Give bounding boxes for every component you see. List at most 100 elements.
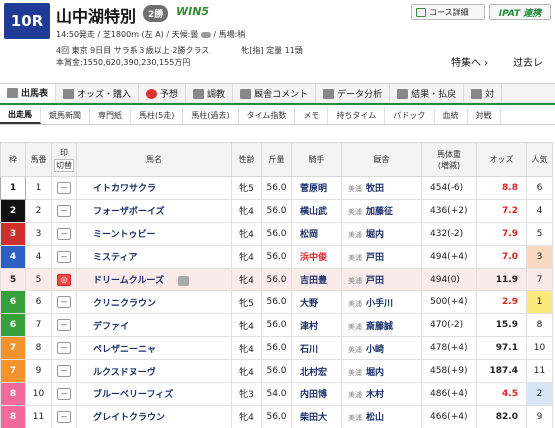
mark-cell[interactable]: -- — [51, 336, 77, 361]
jockey-link[interactable]: 石川 — [291, 336, 342, 361]
horse-name-link[interactable]: ミスティア — [93, 253, 137, 263]
trainer-link[interactable]: 小崎 — [366, 345, 384, 355]
col-sex[interactable]: 性齢 — [231, 142, 262, 177]
feature-link[interactable]: 特集へ › — [451, 54, 488, 69]
trainer-link[interactable]: 牧田 — [366, 184, 384, 194]
col-odds[interactable]: オッズ — [476, 142, 527, 177]
mark-cell[interactable]: -- — [51, 198, 77, 223]
jockey-link[interactable]: 松岡 — [291, 221, 342, 246]
mark-select[interactable]: -- — [57, 181, 71, 194]
subtab-mochi-time[interactable]: 持ちタイム — [328, 107, 386, 124]
jockey-link[interactable]: 大野 — [291, 290, 342, 315]
trainer-link[interactable]: 加藤征 — [366, 207, 393, 217]
subtab-shussoba[interactable]: 出走馬 — [0, 107, 41, 124]
past-race-link[interactable]: 过去レ — [513, 54, 543, 69]
horse-name-link[interactable]: クリニクラウン — [93, 299, 156, 309]
jockey-link[interactable]: 吉田豊 — [291, 267, 342, 292]
col-name[interactable]: 馬名 — [76, 142, 232, 177]
odds-value[interactable]: 187.4 — [476, 359, 527, 384]
mark-cell[interactable]: -- — [51, 359, 77, 384]
horse-name-cell[interactable]: ドリームクルーズ — [76, 267, 232, 292]
mark-select[interactable]: -- — [57, 387, 71, 400]
mark-cell[interactable]: -- — [51, 290, 77, 315]
mark-cell[interactable]: -- — [51, 176, 77, 200]
col-jockey[interactable]: 騎手 — [291, 142, 342, 177]
horse-name-cell[interactable]: グレイトクラウン — [76, 404, 232, 428]
tab-more[interactable]: 対 — [464, 84, 503, 103]
course-detail-button[interactable]: コース詳細 — [411, 4, 485, 20]
trainer-link[interactable]: 堀内 — [366, 230, 384, 240]
jockey-link[interactable]: 北村宏 — [291, 359, 342, 384]
odds-value[interactable]: 2.9 — [476, 290, 527, 315]
table-row[interactable]: 4 4 -- ミスティア 牝4 56.0 浜中俊 美浦 戸田 494(+4) 7.0 3 — [0, 244, 553, 269]
subtab-taisen[interactable]: 対戦 — [468, 107, 501, 124]
odds-value[interactable]: 15.9 — [476, 313, 527, 338]
trainer-link[interactable]: 戸田 — [366, 276, 384, 286]
jockey-link[interactable]: 浜中俊 — [291, 244, 342, 269]
table-row[interactable]: 5 5 ◎ ドリームクルーズ 牝4 56.0 吉田豊 美浦 戸田 494(0) 11.9 7 — [0, 267, 553, 292]
mark-cell[interactable]: -- — [51, 244, 77, 269]
horse-name-link[interactable]: ルクスドヌーヴ — [93, 368, 156, 378]
table-row[interactable]: 7 9 -- ルクスドヌーヴ 牝4 56.0 北村宏 美浦 堀内 458(+9) 187.4 11 — [0, 359, 553, 384]
horse-name-link[interactable]: イトカワサクラ — [93, 184, 156, 194]
col-stable[interactable]: 厩舎 — [341, 142, 422, 177]
jockey-link[interactable]: 横山武 — [291, 198, 342, 223]
subtab-shinbun[interactable]: 競馬新聞 — [41, 107, 90, 124]
tab-data[interactable]: データ分析 — [316, 84, 391, 103]
subtab-memo[interactable]: メモ — [295, 107, 329, 124]
odds-value[interactable]: 7.0 — [476, 244, 527, 269]
mark-select[interactable]: -- — [57, 319, 71, 332]
table-row[interactable]: 3 3 -- ミーントゥビー 牝4 56.0 松岡 美浦 堀内 432(-2) 7.9 5 — [0, 221, 553, 246]
horse-name-link[interactable]: デファイ — [93, 322, 129, 332]
odds-value[interactable]: 7.9 — [476, 221, 527, 246]
horse-name-link[interactable]: ドリームクルーズ — [93, 276, 164, 286]
mark-cell[interactable]: -- — [51, 404, 77, 428]
odds-value[interactable]: 8.8 — [476, 176, 527, 200]
odds-value[interactable]: 7.2 — [476, 198, 527, 223]
subtab-bachu5[interactable]: 馬柱(5走) — [131, 107, 184, 124]
tab-odds[interactable]: オッズ・購入 — [56, 84, 140, 103]
col-kinryo[interactable]: 斤量 — [261, 142, 292, 177]
trainer-link[interactable]: 木村 — [366, 390, 384, 400]
table-row[interactable]: 8 10 -- ブルーベリーフィズ 牝3 54.0 内田博 美浦 木村 486(+4) 4.5 2 — [0, 382, 553, 406]
trainer-link[interactable]: 斎藤誠 — [366, 322, 393, 332]
odds-value[interactable]: 11.9 — [476, 267, 527, 292]
subtab-paddock[interactable]: パドック — [385, 107, 435, 124]
tab-yoso[interactable]: 予想 — [139, 84, 187, 103]
mark-cell[interactable]: ◎ — [51, 267, 77, 292]
horse-name-link[interactable]: フォーザボーイズ — [93, 207, 165, 217]
subtab-bachu-past[interactable]: 馬柱(過去) — [183, 107, 239, 124]
horse-name-link[interactable]: ペレザニーニャ — [93, 345, 156, 355]
col-weight[interactable]: 馬体重 (増減) — [421, 142, 477, 177]
tab-shutuba[interactable]: 出馬表 — [0, 84, 57, 103]
mark-select[interactable]: -- — [57, 227, 71, 240]
mark-cell[interactable]: -- — [51, 313, 77, 338]
trainer-link[interactable]: 松山 — [366, 413, 384, 423]
tab-chokyo[interactable]: 調教 — [186, 84, 234, 103]
table-row[interactable]: 2 2 -- フォーザボーイズ 牝4 56.0 横山武 美浦 加藤征 436(+2) 7.2 4 — [0, 198, 553, 223]
jockey-link[interactable]: 津村 — [291, 313, 342, 338]
horse-name-link[interactable]: グレイトクラウン — [93, 413, 165, 423]
horse-name-cell[interactable]: イトカワサクラ — [76, 176, 232, 200]
horse-name-cell[interactable]: ペレザニーニャ — [76, 336, 232, 361]
trainer-link[interactable]: 戸田 — [366, 253, 384, 263]
col-waku[interactable]: 枠 — [0, 142, 26, 177]
subtab-time-index[interactable]: タイム指数 — [239, 107, 296, 124]
trainer-link[interactable]: 小手川 — [366, 299, 393, 309]
horse-name-link[interactable]: ブルーベリーフィズ — [93, 390, 173, 400]
trainer-link[interactable]: 堀内 — [366, 368, 384, 378]
horse-name-cell[interactable]: フォーザボーイズ — [76, 198, 232, 223]
col-mark-toggle[interactable]: 切替 — [54, 158, 74, 172]
mark-select[interactable]: -- — [57, 410, 71, 423]
mark-select[interactable]: -- — [57, 296, 71, 309]
mark-cell[interactable]: -- — [51, 382, 77, 406]
ipat-button[interactable]: IPAT 連携 — [489, 4, 551, 20]
horse-name-cell[interactable]: デファイ — [76, 313, 232, 338]
mark-select[interactable]: -- — [57, 365, 71, 378]
odds-value[interactable]: 82.0 — [476, 404, 527, 428]
jockey-link[interactable]: 内田博 — [291, 382, 342, 406]
horse-name-cell[interactable]: ブルーベリーフィズ — [76, 382, 232, 406]
odds-value[interactable]: 4.5 — [476, 382, 527, 406]
table-row[interactable]: 6 6 -- クリニクラウン 牝5 56.0 大野 美浦 小手川 500(+4) 2.9 1 — [0, 290, 553, 315]
mark-select[interactable]: -- — [57, 342, 71, 355]
